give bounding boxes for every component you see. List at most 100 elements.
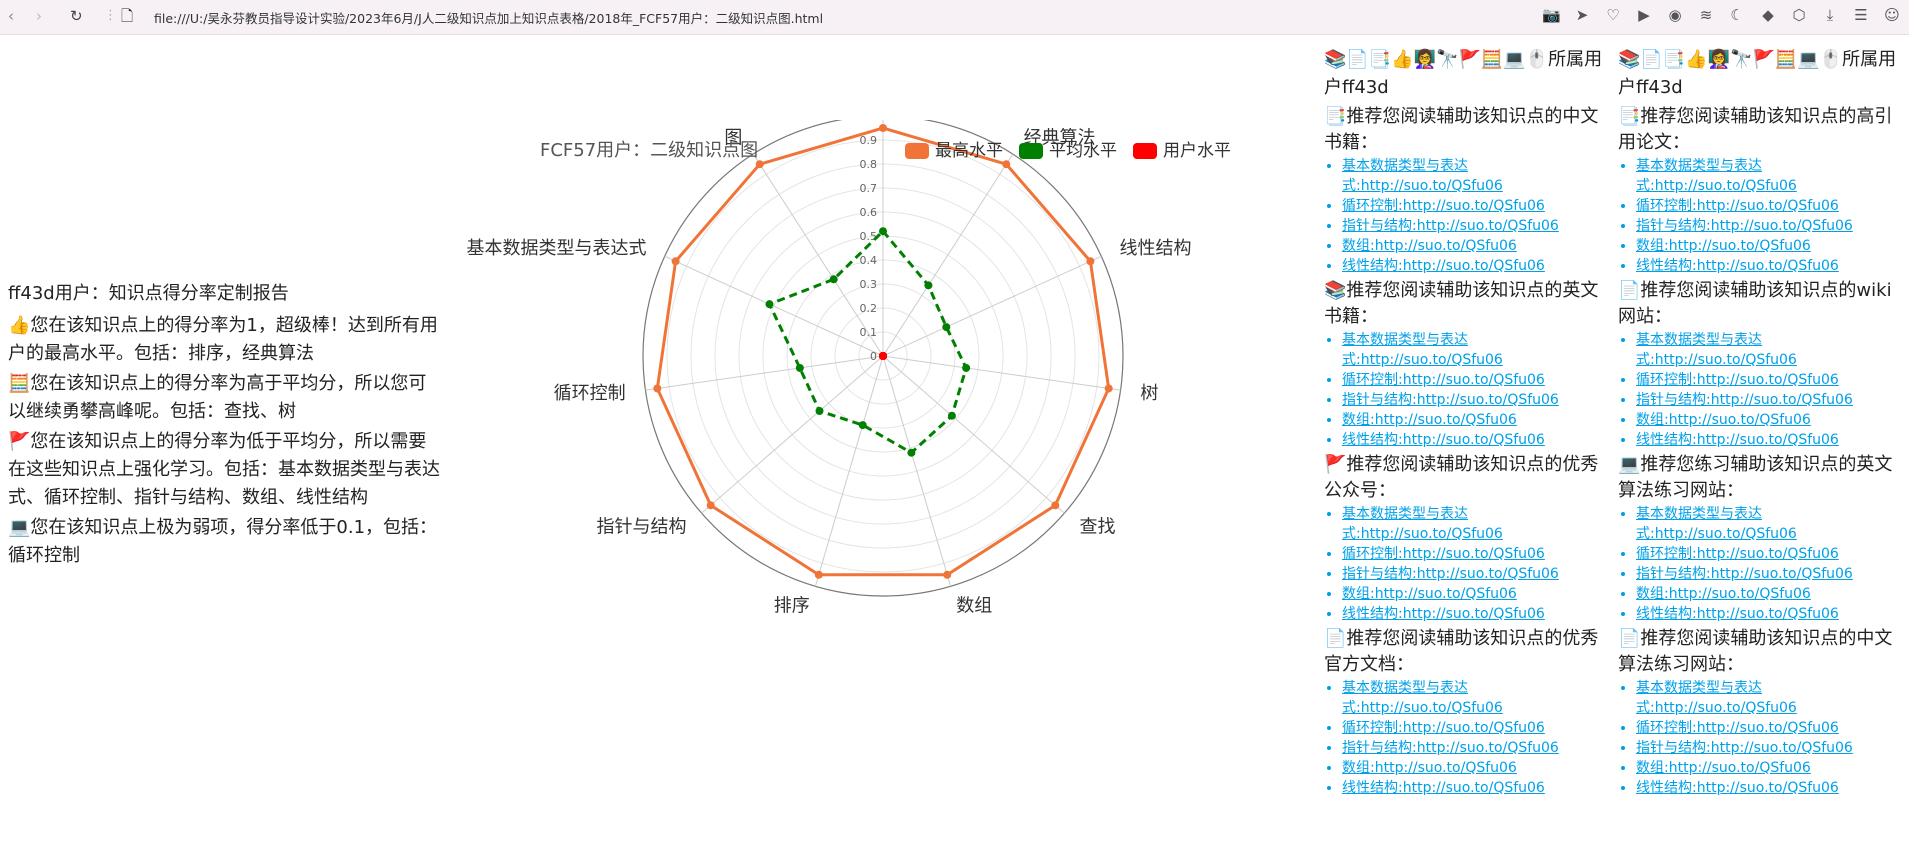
reload-icon[interactable]: ↻ <box>70 7 83 25</box>
camera-icon[interactable]: 📷 <box>1542 6 1561 24</box>
recommend-section-title: 📑推荐您阅读辅助该知识点的高引用论文： <box>1618 104 1908 156</box>
profile-icon[interactable]: ☺ <box>1883 6 1901 24</box>
link-list-item: 线性结构:http://suo.to/QSfu06 <box>1636 604 1908 624</box>
series-point <box>879 124 887 132</box>
link-list-item: 基本数据类型与表达式:http://suo.to/QSfu06 <box>1342 330 1614 370</box>
resource-link[interactable]: 线性结构:http://suo.to/QSfu06 <box>1636 780 1839 796</box>
address-bar[interactable]: file:///U:/吴永芬教员指导设计实验/2023年6月/J人二级知识点加上… <box>154 8 823 27</box>
resource-link[interactable]: 线性结构:http://suo.to/QSfu06 <box>1636 432 1839 448</box>
resource-link[interactable]: 基本数据类型与表达式:http://suo.to/QSfu06 <box>1342 506 1503 542</box>
resource-link[interactable]: 基本数据类型与表达式:http://suo.to/QSfu06 <box>1636 680 1797 716</box>
layers-icon[interactable]: ≋ <box>1697 6 1715 24</box>
link-list-item: 指针与结构:http://suo.to/QSfu06 <box>1342 738 1614 758</box>
heart-icon[interactable]: ♡ <box>1604 6 1622 24</box>
legend-swatch <box>905 143 929 159</box>
resource-link[interactable]: 数组:http://suo.to/QSfu06 <box>1342 238 1517 254</box>
diamond-icon[interactable]: ◆ <box>1759 6 1777 24</box>
resource-link[interactable]: 指针与结构:http://suo.to/QSfu06 <box>1342 218 1559 234</box>
back-icon[interactable]: ‹ <box>8 7 14 25</box>
page-icon: 🗋 <box>121 7 134 25</box>
resource-link[interactable]: 基本数据类型与表达式:http://suo.to/QSfu06 <box>1636 158 1797 194</box>
menu-icon[interactable]: ☰ <box>1852 6 1870 24</box>
recommend-section-title: 📄推荐您阅读辅助该知识点的wiki网站： <box>1618 278 1908 330</box>
resource-link[interactable]: 循环控制:http://suo.to/QSfu06 <box>1342 546 1545 562</box>
resource-link[interactable]: 数组:http://suo.to/QSfu06 <box>1636 760 1811 776</box>
series-point <box>671 257 680 266</box>
forward-icon[interactable]: › <box>36 7 42 25</box>
cube-icon[interactable]: ⬡ <box>1790 6 1808 24</box>
resource-link[interactable]: 指针与结构:http://suo.to/QSfu06 <box>1342 740 1559 756</box>
radar-axis-label: 树 <box>1140 383 1158 404</box>
resource-link[interactable]: 指针与结构:http://suo.to/QSfu06 <box>1342 392 1559 408</box>
download-icon[interactable]: ⤓ <box>1821 6 1839 24</box>
link-list-item: 基本数据类型与表达式:http://suo.to/QSfu06 <box>1342 156 1614 196</box>
link-list-item: 循环控制:http://suo.to/QSfu06 <box>1636 196 1908 216</box>
circle-icon[interactable]: ◉ <box>1666 6 1684 24</box>
link-list-item: 线性结构:http://suo.to/QSfu06 <box>1342 604 1614 624</box>
resource-link[interactable]: 循环控制:http://suo.to/QSfu06 <box>1636 372 1839 388</box>
resource-link[interactable]: 基本数据类型与表达式:http://suo.to/QSfu06 <box>1636 332 1797 368</box>
radar-tick-label: 0.3 <box>860 278 878 291</box>
legend-label: 最高水平 <box>935 141 1003 161</box>
link-list-item: 指针与结构:http://suo.to/QSfu06 <box>1636 216 1908 236</box>
resource-link[interactable]: 数组:http://suo.to/QSfu06 <box>1636 238 1811 254</box>
send-icon[interactable]: ➤ <box>1573 6 1591 24</box>
resource-link[interactable]: 基本数据类型与表达式:http://suo.to/QSfu06 <box>1342 680 1503 716</box>
resource-link[interactable]: 循环控制:http://suo.to/QSfu06 <box>1342 198 1545 214</box>
resource-link[interactable]: 线性结构:http://suo.to/QSfu06 <box>1342 258 1545 274</box>
section-title-text: 推荐您阅读辅助该知识点的高引用论文： <box>1618 106 1893 153</box>
resource-link[interactable]: 线性结构:http://suo.to/QSfu06 <box>1636 606 1839 622</box>
radar-tick-label: 0.5 <box>860 230 878 243</box>
link-list-item: 基本数据类型与表达式:http://suo.to/QSfu06 <box>1636 330 1908 370</box>
resource-link[interactable]: 指针与结构:http://suo.to/QSfu06 <box>1636 740 1853 756</box>
radar-spoke <box>701 355 884 514</box>
link-list-item: 数组:http://suo.to/QSfu06 <box>1636 236 1908 256</box>
link-list: 基本数据类型与表达式:http://suo.to/QSfu06 循环控制:http… <box>1324 504 1614 624</box>
section-title-text: 推荐您阅读辅助该知识点的英文书籍： <box>1324 280 1599 327</box>
chart-title: FCF57用户：二级知识点图 <box>540 140 758 161</box>
series-point <box>1104 384 1113 393</box>
link-list-item: 线性结构:http://suo.to/QSfu06 <box>1636 256 1908 276</box>
resource-link[interactable]: 循环控制:http://suo.to/QSfu06 <box>1636 546 1839 562</box>
series-point <box>765 300 774 309</box>
radar-spoke <box>645 355 884 391</box>
link-list: 基本数据类型与表达式:http://suo.to/QSfu06 循环控制:http… <box>1324 156 1614 276</box>
resource-link[interactable]: 基本数据类型与表达式:http://suo.to/QSfu06 <box>1342 332 1503 368</box>
series-point <box>924 281 933 290</box>
moon-icon[interactable]: ☾ <box>1728 6 1746 24</box>
resource-link[interactable]: 线性结构:http://suo.to/QSfu06 <box>1342 780 1545 796</box>
recommend-column-2: 📚📄📑👍👩‍🏫🔭🚩🧮💻🖱️所属用户ff43d 📑推荐您阅读辅助该知识点的高引用论文… <box>1618 46 1908 798</box>
resource-link[interactable]: 指针与结构:http://suo.to/QSfu06 <box>1342 566 1559 582</box>
report-paragraph-text: 您在该知识点上的得分率为1，超级棒！达到所有用户的最高水平。包括：排序，经典算法 <box>8 315 438 364</box>
section-icon: 📚 <box>1324 280 1347 301</box>
section-title-text: 推荐您阅读辅助该知识点的优秀官方文档： <box>1324 628 1599 675</box>
resource-link[interactable]: 基本数据类型与表达式:http://suo.to/QSfu06 <box>1342 158 1503 194</box>
resource-link[interactable]: 指针与结构:http://suo.to/QSfu06 <box>1636 218 1853 234</box>
resource-link[interactable]: 数组:http://suo.to/QSfu06 <box>1342 412 1517 428</box>
link-list-item: 循环控制:http://suo.to/QSfu06 <box>1342 544 1614 564</box>
series-point <box>706 501 715 510</box>
resource-link[interactable]: 数组:http://suo.to/QSfu06 <box>1636 412 1811 428</box>
resource-link[interactable]: 数组:http://suo.to/QSfu06 <box>1342 760 1517 776</box>
resource-link[interactable]: 指针与结构:http://suo.to/QSfu06 <box>1636 566 1853 582</box>
link-list-item: 循环控制:http://suo.to/QSfu06 <box>1342 718 1614 738</box>
link-list-item: 数组:http://suo.to/QSfu06 <box>1342 758 1614 778</box>
recommend-section: 📄推荐您阅读辅助该知识点的中文算法练习网站：基本数据类型与表达式:http://… <box>1618 626 1908 798</box>
resource-link[interactable]: 数组:http://suo.to/QSfu06 <box>1342 586 1517 602</box>
radar-tick-label: 0.9 <box>860 134 878 147</box>
resource-link[interactable]: 线性结构:http://suo.to/QSfu06 <box>1636 258 1839 274</box>
resource-link[interactable]: 线性结构:http://suo.to/QSfu06 <box>1342 606 1545 622</box>
resource-link[interactable]: 基本数据类型与表达式:http://suo.to/QSfu06 <box>1636 506 1797 542</box>
resource-link[interactable]: 线性结构:http://suo.to/QSfu06 <box>1342 432 1545 448</box>
resource-link[interactable]: 循环控制:http://suo.to/QSfu06 <box>1636 198 1839 214</box>
recommend-section: 📄推荐您阅读辅助该知识点的wiki网站：基本数据类型与表达式:http://su… <box>1618 278 1908 450</box>
radar-tick-label: 0.4 <box>860 254 878 267</box>
resource-link[interactable]: 循环控制:http://suo.to/QSfu06 <box>1342 720 1545 736</box>
resource-link[interactable]: 循环控制:http://suo.to/QSfu06 <box>1342 372 1545 388</box>
resource-link[interactable]: 循环控制:http://suo.to/QSfu06 <box>1636 720 1839 736</box>
resource-link[interactable]: 数组:http://suo.to/QSfu06 <box>1636 586 1811 602</box>
link-list: 基本数据类型与表达式:http://suo.to/QSfu06 循环控制:http… <box>1618 156 1908 276</box>
recommend-section: 📚推荐您阅读辅助该知识点的英文书籍： 基本数据类型与表达式:http://suo.… <box>1324 278 1614 450</box>
youtube-icon[interactable]: ▶ <box>1635 6 1653 24</box>
resource-link[interactable]: 指针与结构:http://suo.to/QSfu06 <box>1636 392 1853 408</box>
